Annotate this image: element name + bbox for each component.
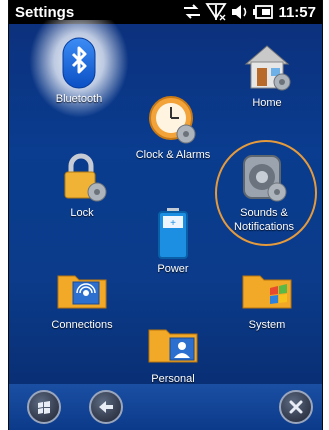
status-title: Settings — [15, 4, 75, 21]
folder-person-icon — [146, 316, 200, 370]
clock-icon — [146, 92, 200, 146]
windows-start-icon[interactable] — [27, 390, 61, 424]
folder-antenna-icon — [55, 262, 109, 316]
highlight-circle — [215, 140, 317, 246]
no-signal-icon[interactable] — [205, 2, 227, 22]
back-arrow-icon[interactable] — [89, 390, 123, 424]
bottom-toolbar — [9, 384, 322, 430]
tile-label: Home — [252, 97, 282, 109]
folder-windows-icon — [240, 262, 294, 316]
tile-label: System — [248, 319, 286, 331]
battery-tile-icon: + — [146, 206, 200, 260]
settings-screen: Settings 11:57 Bluetooth Home Clock & Al… — [8, 0, 323, 430]
home-icon — [240, 40, 294, 94]
bluetooth-icon — [52, 36, 106, 90]
tile-home[interactable]: Home — [212, 40, 322, 110]
battery-icon[interactable] — [253, 2, 275, 22]
tile-personal[interactable]: Personal — [118, 316, 228, 386]
volume-icon[interactable] — [229, 2, 251, 22]
svg-text:+: + — [170, 218, 176, 229]
close-icon[interactable] — [279, 390, 313, 424]
padlock-icon — [55, 150, 109, 204]
tile-system[interactable]: System — [212, 262, 322, 332]
network-arrows-icon[interactable] — [181, 2, 203, 22]
status-time: 11:57 — [278, 4, 316, 21]
